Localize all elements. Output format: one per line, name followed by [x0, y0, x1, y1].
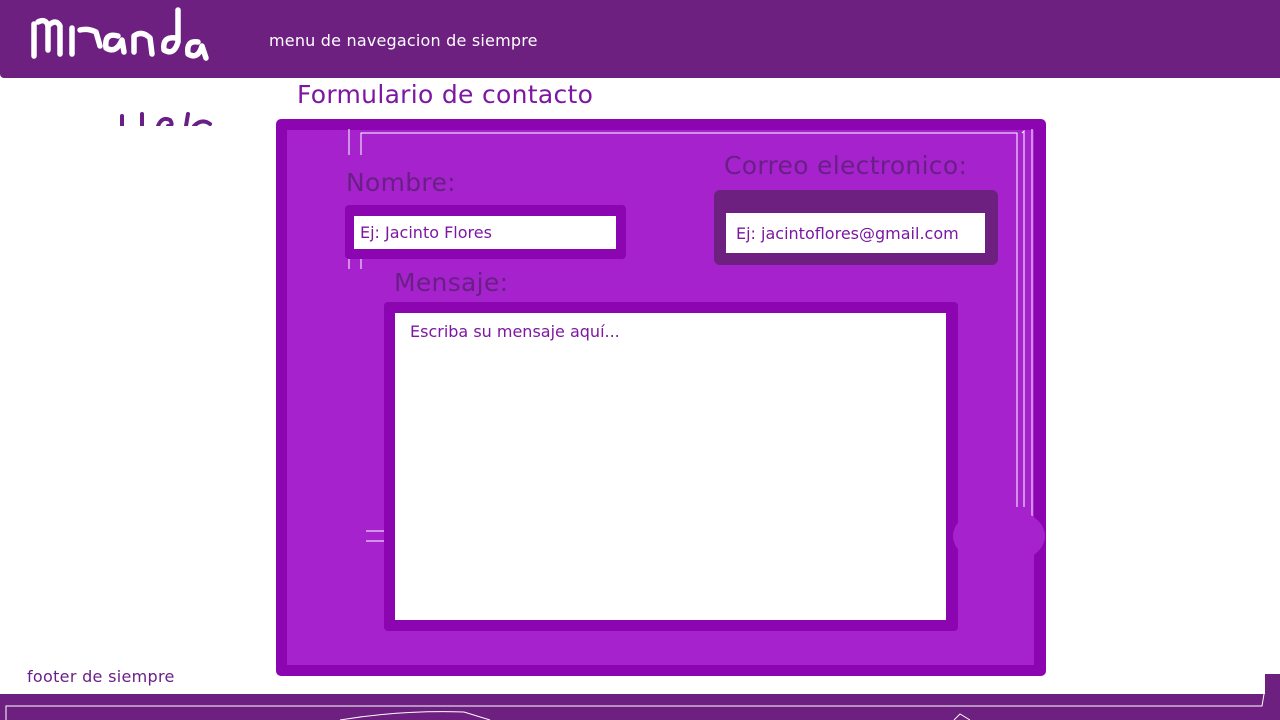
footer-notch [1265, 674, 1280, 696]
mensaje-label: Mensaje: [394, 268, 509, 297]
contact-page: menu de navegacion de siempre Formulario… [0, 0, 1280, 720]
miranda-logo[interactable] [26, 4, 216, 68]
nombre-label: Nombre: [346, 168, 456, 197]
footer-text: footer de siempre [27, 667, 175, 686]
left-decoration [120, 112, 212, 126]
correo-label: Correo electronico: [724, 151, 968, 180]
nav-menu-text[interactable]: menu de navegacion de siempre [269, 31, 538, 50]
mensaje-textarea[interactable] [395, 313, 946, 620]
correo-input[interactable] [726, 213, 985, 253]
submit-button[interactable] [953, 507, 1045, 565]
page-title: Formulario de contacto [297, 80, 594, 109]
nombre-input[interactable] [354, 216, 616, 249]
site-footer [0, 694, 1280, 720]
site-header: menu de navegacion de siempre [0, 0, 1280, 78]
